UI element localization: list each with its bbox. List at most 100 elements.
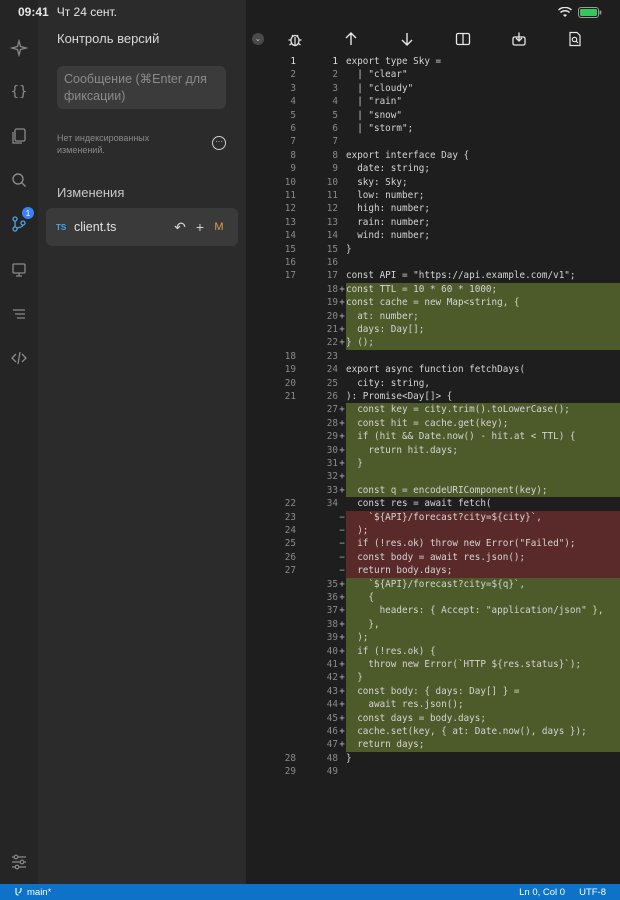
added-line: 44 + await res.json(); xyxy=(246,698,620,712)
modified-line-number: 32 xyxy=(326,471,338,483)
diff-marker: + xyxy=(339,310,345,322)
modified-line-number: 45 xyxy=(326,712,338,724)
split-view-icon[interactable] xyxy=(452,28,474,50)
code-text: | "snow" xyxy=(346,109,402,121)
braces-icon[interactable]: {} xyxy=(7,80,31,104)
more-actions-icon[interactable]: ··· xyxy=(212,136,226,150)
code-text: | "clear" xyxy=(346,69,408,81)
arrow-down-icon[interactable] xyxy=(396,28,418,50)
modified-line-number: 24 xyxy=(326,364,338,376)
typescript-file-icon: TS xyxy=(56,222,67,232)
original-line-number: 24 xyxy=(284,525,296,536)
code-line: 13 13 rain: number; xyxy=(246,216,620,229)
diff-marker: + xyxy=(339,739,345,751)
activity-bar: {} 1 xyxy=(0,0,38,884)
modified-line-number: 29 xyxy=(326,431,338,443)
deleted-line: 24 − ); xyxy=(246,524,620,538)
files-icon[interactable] xyxy=(7,124,31,148)
arrow-up-icon[interactable] xyxy=(340,28,362,50)
code-line: 10 10 sky: Sky; xyxy=(246,176,620,189)
modified-line-number: 27 xyxy=(326,404,338,416)
modified-line-number: 42 xyxy=(326,672,338,684)
deleted-line: 26 − const body = await res.json(); xyxy=(246,550,620,565)
diff-marker: + xyxy=(339,618,345,630)
code-text: at: number; xyxy=(346,310,419,322)
code-line: 28 48} xyxy=(246,752,620,765)
modified-line-number: 38 xyxy=(326,618,338,630)
modified-line-number: 22 xyxy=(326,337,338,349)
modified-line-number: 25 xyxy=(326,377,338,389)
modified-line-number: 1 xyxy=(332,56,338,67)
original-line-number: 4 xyxy=(290,96,296,108)
modified-line-number: 13 xyxy=(326,216,338,228)
diff-marker: + xyxy=(339,592,345,603)
code-line: 11 11 low: number; xyxy=(246,189,620,202)
code-text: date: string; xyxy=(346,163,430,175)
code-text: } xyxy=(346,458,363,469)
code-line: 3 3 | "cloudy" xyxy=(246,82,620,95)
settings-sliders-icon[interactable] xyxy=(7,852,31,872)
stage-file-icon[interactable]: + xyxy=(190,219,210,235)
code-text: } (); xyxy=(346,337,374,349)
original-line-number: 16 xyxy=(284,257,296,268)
original-line-number: 11 xyxy=(284,190,296,201)
outline-icon[interactable] xyxy=(7,302,31,326)
added-line: 47 + return days; xyxy=(246,738,620,752)
chevron-down-icon[interactable]: ⌄ xyxy=(252,33,264,45)
commit-message-input[interactable]: Сообщение (⌘Enter для фиксации) xyxy=(57,66,226,109)
source-control-panel: Контроль версий Сообщение (⌘Enter для фи… xyxy=(38,0,246,884)
download-icon[interactable] xyxy=(508,28,530,50)
diff-editor[interactable]: 1 1 export type Sky = 2 2 | "clear" 3 3 | "clo… xyxy=(246,54,620,884)
monitor-icon[interactable] xyxy=(7,258,31,282)
added-line: 31 + } xyxy=(246,457,620,471)
code-text: days: Day[]; xyxy=(346,324,425,335)
modified-line-number: 9 xyxy=(332,163,338,175)
search-icon[interactable] xyxy=(7,168,31,192)
discard-changes-icon[interactable]: ↶ xyxy=(170,219,190,236)
encoding[interactable]: UTF-8 xyxy=(579,887,606,898)
original-line-number: 29 xyxy=(284,766,296,778)
code-text: low: number; xyxy=(346,190,425,201)
original-line-number: 8 xyxy=(290,149,296,161)
code-text: | "storm"; xyxy=(346,123,414,134)
code-text: const key = city.trim().toLowerCase(); xyxy=(346,404,570,416)
modified-line-number: 37 xyxy=(326,605,338,617)
code-text: if (!res.ok) throw new Error("Failed"); xyxy=(346,538,576,550)
sparkle-icon[interactable] xyxy=(7,36,31,60)
diff-marker: + xyxy=(339,712,345,724)
original-line-number: 15 xyxy=(284,243,296,255)
modified-line-number: 2 xyxy=(332,69,338,81)
code-text: if (!res.ok) { xyxy=(346,645,436,657)
bug-icon[interactable] xyxy=(284,28,306,50)
changed-file-row[interactable]: TS client.ts ↶ + M xyxy=(46,208,238,246)
diff-marker: + xyxy=(339,699,345,711)
added-line: 19 + const cache = new Map<string, { xyxy=(246,296,620,310)
code-line: 20 25 city: string, xyxy=(246,377,620,390)
code-line: 2 2 | "clear" xyxy=(246,68,620,81)
code-text: | "rain" xyxy=(346,96,402,108)
code-text: return days; xyxy=(346,739,425,751)
original-line-number: 14 xyxy=(284,230,296,242)
file-name: client.ts xyxy=(74,220,117,234)
code-line: 9 9 date: string; xyxy=(246,162,620,175)
code-text: const TTL = 10 * 60 * 1000; xyxy=(346,283,498,295)
added-line: 32 + xyxy=(246,470,620,484)
code-text: export async function fetchDays( xyxy=(346,364,526,376)
code-text: const body = await res.json(); xyxy=(346,551,526,563)
branch-indicator[interactable]: main* xyxy=(14,887,51,898)
modified-line-number: 40 xyxy=(326,645,338,657)
document-search-icon[interactable] xyxy=(564,28,586,50)
code-text: export type Sky = xyxy=(346,56,442,67)
original-line-number: 26 xyxy=(284,551,296,563)
code-text: throw new Error(`HTTP ${res.status}`); xyxy=(346,659,582,670)
code-icon[interactable] xyxy=(7,346,31,370)
modified-line-number: 43 xyxy=(326,685,338,697)
added-line: 42 + } xyxy=(246,671,620,685)
original-line-number: 12 xyxy=(284,203,296,215)
diff-marker: − xyxy=(339,551,345,563)
added-line: 29 + if (hit && Date.now() - hit.at < TTL… xyxy=(246,430,620,444)
cursor-position[interactable]: Ln 0, Col 0 xyxy=(519,887,565,898)
source-control-icon[interactable]: 1 xyxy=(7,207,34,236)
code-text: } xyxy=(346,243,352,255)
code-text: }, xyxy=(346,618,380,630)
